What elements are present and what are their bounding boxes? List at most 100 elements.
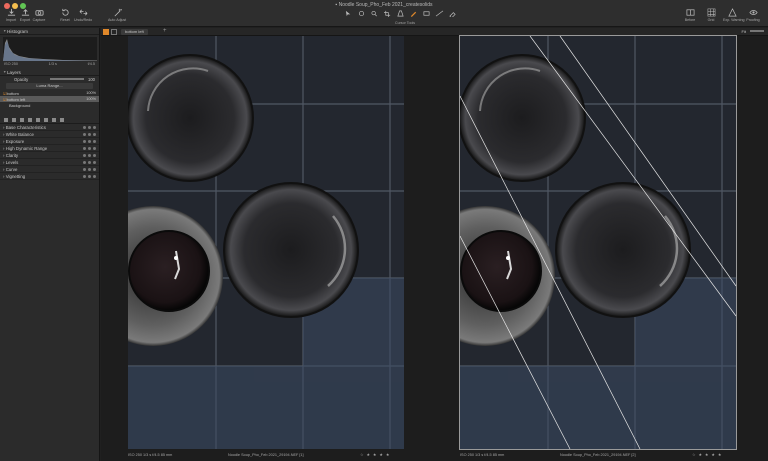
zoom-tool-icon[interactable] [370,10,379,17]
photo-filename: Noodle Soup_Pho_Feb 2021_29194.NEF [2] [560,452,636,457]
adjustment-base-characteristics[interactable]: › Base Characteristics [0,124,99,131]
cursor-tools-label: Cursor Tools [395,21,416,25]
crop-tool-icon[interactable] [383,10,392,17]
adjustment-vignetting[interactable]: › Vignetting [0,173,99,180]
opacity-slider[interactable] [50,78,84,80]
panel-action-icons[interactable] [83,174,96,178]
photo-meta: ISO 250 1/3 s f/4.5 85 mm [460,452,505,457]
before-button[interactable]: Before [681,8,699,22]
reset-button[interactable]: Reset [56,8,74,22]
panel-action-icons[interactable] [83,139,96,143]
pan-tool-icon[interactable] [357,10,366,17]
image-viewer: bottom left + Fit ISO 250 1/3 s f/4.5 85… [101,28,768,461]
left-photo-caption: ISO 250 1/3 s f/4.5 85 mm Noodle Soup_Ph… [128,451,404,458]
layer-tab-label: bottom left [125,29,144,34]
grid-icon [707,8,715,17]
picker-tool-icon[interactable] [448,10,457,17]
star-rating[interactable]: ☆ ★ ★ ★ ★ [692,452,722,457]
capture-button[interactable]: Capture [30,8,48,22]
layer-name: bottom left [6,96,26,102]
brush-icon[interactable] [28,117,32,122]
opacity-row: Opacity 100 [0,76,99,82]
adjustment-label: Clarity [5,152,19,158]
layers-title: Layers [7,69,21,75]
layer-name: Background [9,102,31,108]
add-tab-icon[interactable]: + [163,28,167,34]
aperture-value: f/4.5 [87,62,95,66]
photo-variant-1[interactable] [128,36,404,449]
keystone-tool-icon[interactable] [396,10,405,17]
undo-redo-label: Undo/Redo [74,18,93,22]
photo-variant-2[interactable] [459,35,737,450]
layer-item-background[interactable]: Background [0,102,99,108]
panel-action-icons[interactable] [83,125,96,129]
adjustment-high-dynamic-range[interactable]: › High Dynamic Range [0,145,99,152]
adjustment-label: Exposure [5,138,25,144]
zoom-fit-label[interactable]: Fit [742,29,746,34]
layer-opacity: 100% [86,97,96,101]
capture-label: Capture [32,18,46,22]
undo-redo-button[interactable]: Undo/Redo [74,8,92,22]
pointer-tool-icon[interactable] [344,10,353,17]
multi-view-icon[interactable] [111,29,117,35]
adjustment-levels[interactable]: › Levels [0,159,99,166]
layer-name: bottom [6,90,19,96]
proofing-button[interactable]: Proofing [744,8,762,22]
eraser-tool-icon[interactable] [422,10,431,17]
single-view-icon[interactable] [103,29,109,35]
exposure-warning-label: Exp. Warning [723,18,745,22]
histogram-graph [3,37,97,61]
before-label: Before [684,18,696,22]
auto-adjust-button[interactable]: Auto Adjust [108,8,126,22]
reset-icon [61,8,69,16]
before-icon [686,9,694,16]
photo-filename: Noodle Soup_Pho_Feb 2021_29194.NEF [1] [228,452,304,457]
histogram-title: Histogram [7,28,28,34]
auto-adjust-label: Auto Adjust [108,18,127,22]
add-layer-icon[interactable] [4,117,8,122]
right-photo-caption: ISO 250 1/3 s f/4.5 85 mm Noodle Soup_Ph… [460,451,736,458]
layer-tab[interactable]: bottom left [121,29,148,35]
title-toolbar: ▪ Noodle Soup_Pho_Feb 2021_createsolids … [0,0,768,27]
adjustment-label: Curve [5,166,18,172]
layers-panel-header[interactable]: ▼ Layers [0,69,99,76]
panel-action-icons[interactable] [83,160,96,164]
brush-tool-icon[interactable] [409,10,418,17]
export-icon [21,9,29,16]
zoom-slider[interactable] [750,30,764,32]
photo-meta: ISO 250 1/3 s f/4.5 85 mm [128,452,173,457]
adjustment-curve[interactable]: › Curve [0,166,99,173]
grid-button[interactable]: Grid [702,8,720,22]
exposure-warning-button[interactable]: Exp. Warning [723,8,745,22]
gradient-icon[interactable] [36,117,40,122]
settings-icon[interactable] [60,117,64,122]
fill-icon[interactable] [52,117,56,122]
adjustment-exposure[interactable]: › Exposure [0,138,99,145]
eraser-icon[interactable] [44,117,48,122]
gradient-tool-icon[interactable] [435,10,444,17]
viewer-tab-bar: bottom left + Fit [101,28,768,36]
adjustment-label: White Balance [5,131,34,137]
panel-action-icons[interactable] [83,132,96,136]
adjustment-white-balance[interactable]: › White Balance [0,131,99,138]
view-tools: Before Grid Exp. Warning Proofing [681,8,762,22]
layer-tools-row [0,116,99,124]
luma-range-button[interactable]: Luma Range... [6,83,93,89]
panel-action-icons[interactable] [83,153,96,157]
adjustment-label: Levels [5,159,19,165]
reset-label: Reset [60,18,70,22]
tool-sidebar: ▼ Histogram ISO 250 1/3 s f/4.5 ▼ Layers… [0,28,100,461]
shutter-value: 1/3 s [48,62,57,66]
adjustment-clarity[interactable]: › Clarity [0,152,99,159]
histogram-readout: ISO 250 1/3 s f/4.5 [0,61,99,67]
undo-redo-icon [79,9,87,16]
more-icon[interactable] [20,117,24,122]
panel-action-icons[interactable] [83,146,96,150]
histogram-panel-header[interactable]: ▼ Histogram [0,28,99,35]
remove-layer-icon[interactable] [12,117,16,122]
panel-action-icons[interactable] [83,167,96,171]
star-rating[interactable]: ☆ ★ ★ ★ ★ [360,452,390,457]
grid-label: Grid [707,18,715,22]
proofing-label: Proofing [746,18,760,22]
adjustment-label: Vignetting [5,173,26,179]
